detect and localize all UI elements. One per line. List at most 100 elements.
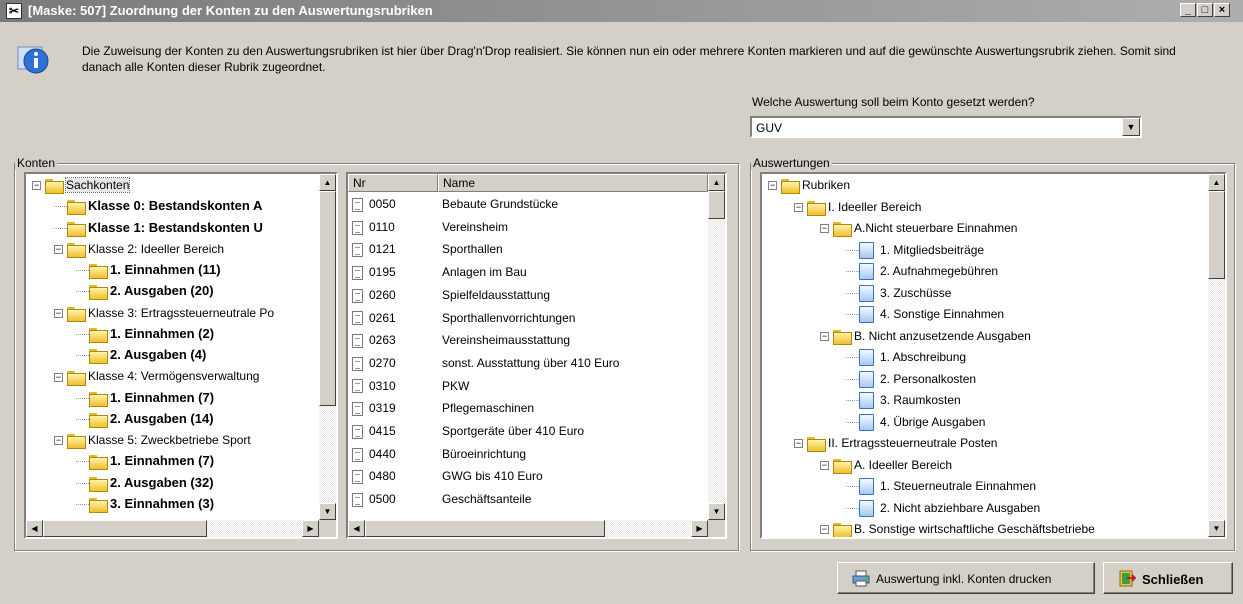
- scroll-up-icon[interactable]: ▲: [1208, 174, 1225, 191]
- collapse-toggle-icon[interactable]: −: [820, 460, 829, 470]
- scroll-thumb[interactable]: [319, 191, 336, 406]
- konten-hscroll[interactable]: ◀ ▶: [26, 520, 319, 537]
- auswertungen-vscroll[interactable]: ▲ ▼: [1208, 174, 1225, 537]
- account-row[interactable]: 0270 sonst. Ausstattung über 410 Euro: [348, 352, 619, 374]
- tree-item[interactable]: 2. Aufnahmegebühren: [846, 262, 998, 281]
- maximize-button[interactable]: □: [1197, 3, 1213, 17]
- accounts-vscroll[interactable]: ▲ ▼: [708, 174, 725, 520]
- scroll-thumb[interactable]: [708, 191, 725, 219]
- minimize-button[interactable]: _: [1180, 3, 1196, 17]
- tree-item[interactable]: − Klasse 3: Ertragssteuerneutrale Po: [54, 304, 274, 322]
- tree-connector: [846, 400, 859, 402]
- account-row[interactable]: 0260 Spielfeldausstattung: [348, 284, 550, 306]
- account-number: 0310: [369, 378, 396, 393]
- scroll-thumb[interactable]: [1208, 191, 1225, 279]
- print-evaluation-button[interactable]: Auswertung inkl. Konten drucken: [837, 562, 1095, 594]
- account-row[interactable]: 0110 Vereinsheim: [348, 216, 508, 238]
- account-row[interactable]: 0263 Vereinsheimausstattung: [348, 329, 570, 351]
- collapse-toggle-icon[interactable]: −: [820, 525, 829, 535]
- collapse-toggle-icon[interactable]: −: [820, 331, 829, 341]
- tree-connector: [54, 227, 67, 229]
- collapse-toggle-icon[interactable]: −: [32, 181, 41, 191]
- scroll-thumb[interactable]: [365, 520, 605, 537]
- tree-item[interactable]: 1. Einnahmen (11): [76, 261, 221, 280]
- collapse-toggle-icon[interactable]: −: [54, 308, 63, 318]
- collapse-toggle-icon[interactable]: −: [794, 439, 803, 449]
- account-row[interactable]: 0480 GWG bis 410 Euro: [348, 465, 543, 487]
- accounts-hscroll[interactable]: ◀ ▶: [348, 520, 708, 537]
- tree-item[interactable]: 2. Personalkosten: [846, 370, 976, 388]
- account-row[interactable]: 0050 Bebaute Grundstücke: [348, 193, 558, 215]
- column-header-nr[interactable]: Nr: [348, 174, 438, 192]
- tree-item[interactable]: 1. Abschreibung: [846, 348, 966, 367]
- tree-item[interactable]: − I. Ideeller Bereich: [794, 198, 921, 216]
- close-window-button[interactable]: ×: [1214, 3, 1230, 17]
- tree-item[interactable]: 2. Ausgaben (32): [76, 474, 214, 492]
- tree-item[interactable]: 1. Einnahmen (7): [76, 389, 214, 407]
- account-row[interactable]: 0121 Sporthallen: [348, 238, 503, 260]
- tree-item[interactable]: 1. Einnahmen (2): [76, 325, 214, 343]
- accounts-list[interactable]: Nr Name 0050 Bebaute Grundstücke 0110 Verei…: [346, 172, 727, 539]
- account-row[interactable]: 0195 Anlagen im Bau: [348, 261, 527, 283]
- tree-item[interactable]: 2. Ausgaben (14): [76, 410, 214, 428]
- account-row[interactable]: 0261 Sporthallenvorrichtungen: [348, 307, 575, 329]
- tree-item-label: 2. Ausgaben (20): [110, 283, 214, 299]
- tree-item-label: Sachkonten: [64, 177, 131, 193]
- account-row[interactable]: 0310 PKW: [348, 375, 469, 397]
- scroll-right-icon[interactable]: ▶: [691, 520, 708, 537]
- tree-item[interactable]: − B. Sonstige wirtschaftliche Geschäftsbe…: [820, 520, 1095, 537]
- tree-item[interactable]: − Klasse 5: Zweckbetriebe Sport: [54, 431, 251, 450]
- scroll-down-icon[interactable]: ▼: [1208, 520, 1225, 537]
- tree-item[interactable]: 3. Raumkosten: [846, 391, 961, 410]
- tree-item[interactable]: 2. Nicht abziehbare Ausgaben: [846, 499, 1040, 517]
- column-header-name[interactable]: Name: [438, 174, 708, 192]
- tree-item[interactable]: − A. Ideeller Bereich: [820, 456, 952, 474]
- tree-item[interactable]: 2. Ausgaben (20): [76, 282, 214, 301]
- collapse-toggle-icon[interactable]: −: [820, 224, 829, 234]
- tree-item[interactable]: − B. Nicht anzusetzende Ausgaben: [820, 327, 1031, 345]
- collapse-toggle-icon[interactable]: −: [54, 436, 63, 446]
- tree-item[interactable]: − A.Nicht steuerbare Einnahmen: [820, 219, 1017, 238]
- tree-item[interactable]: − Klasse 2: Ideeller Bereich: [54, 240, 224, 259]
- scroll-up-icon[interactable]: ▲: [319, 174, 336, 191]
- tree-item[interactable]: 1. Steuerneutrale Einnahmen: [846, 477, 1036, 496]
- account-row[interactable]: 0440 Büroeinrichtung: [348, 443, 526, 465]
- chevron-down-icon[interactable]: ▼: [1122, 118, 1140, 136]
- tree-item[interactable]: Klasse 0: Bestandskonten A: [54, 197, 262, 216]
- konten-tree[interactable]: − Sachkonten Klasse 0: Bestandskonten A Kla…: [24, 172, 338, 539]
- scroll-left-icon[interactable]: ◀: [26, 520, 43, 537]
- tree-item[interactable]: − Sachkonten: [32, 176, 131, 195]
- account-row[interactable]: 0415 Sportgeräte über 410 Euro: [348, 420, 584, 442]
- folder-icon: [781, 179, 800, 195]
- scroll-thumb[interactable]: [43, 520, 207, 537]
- evaluation-select[interactable]: GUV ▼: [750, 116, 1142, 138]
- collapse-toggle-icon[interactable]: −: [54, 245, 63, 255]
- scroll-down-icon[interactable]: ▼: [319, 503, 336, 520]
- tree-item[interactable]: 4. Übrige Ausgaben: [846, 413, 985, 431]
- tree-item[interactable]: 1. Einnahmen (7): [76, 452, 214, 471]
- evaluation-select-value: GUV: [756, 121, 783, 135]
- tree-item[interactable]: − Rubriken: [768, 176, 850, 195]
- collapse-toggle-icon[interactable]: −: [768, 181, 777, 191]
- tree-item[interactable]: Klasse 1: Bestandskonten U: [54, 219, 263, 237]
- collapse-toggle-icon[interactable]: −: [794, 202, 803, 212]
- scroll-right-icon[interactable]: ▶: [302, 520, 319, 537]
- konten-vscroll[interactable]: ▲ ▼: [319, 174, 336, 520]
- scroll-up-icon[interactable]: ▲: [708, 174, 725, 191]
- scroll-left-icon[interactable]: ◀: [348, 520, 365, 537]
- account-row[interactable]: 0500 Geschäftsanteile: [348, 488, 531, 510]
- tree-item[interactable]: − Klasse 4: Vermögensverwaltung: [54, 367, 259, 386]
- account-row[interactable]: 0319 Pflegemaschinen: [348, 397, 534, 419]
- folder-icon: [89, 285, 108, 301]
- tree-item[interactable]: − II. Ertragssteuerneutrale Posten: [794, 434, 997, 453]
- tree-item[interactable]: 3. Einnahmen (3): [76, 495, 214, 513]
- close-button[interactable]: Schließen: [1103, 562, 1233, 594]
- tree-item[interactable]: 1. Mitgliedsbeiträge: [846, 241, 984, 259]
- auswertungen-tree[interactable]: − Rubriken − I. Ideeller Bereich − A.Nicht st…: [760, 172, 1227, 539]
- tree-item[interactable]: 3. Zuschüsse: [846, 284, 951, 302]
- tree-connector: [76, 482, 89, 484]
- tree-item[interactable]: 2. Ausgaben (4): [76, 346, 206, 365]
- collapse-toggle-icon[interactable]: −: [54, 372, 63, 382]
- tree-item[interactable]: 4. Sonstige Einnahmen: [846, 305, 1004, 324]
- scroll-down-icon[interactable]: ▼: [708, 503, 725, 520]
